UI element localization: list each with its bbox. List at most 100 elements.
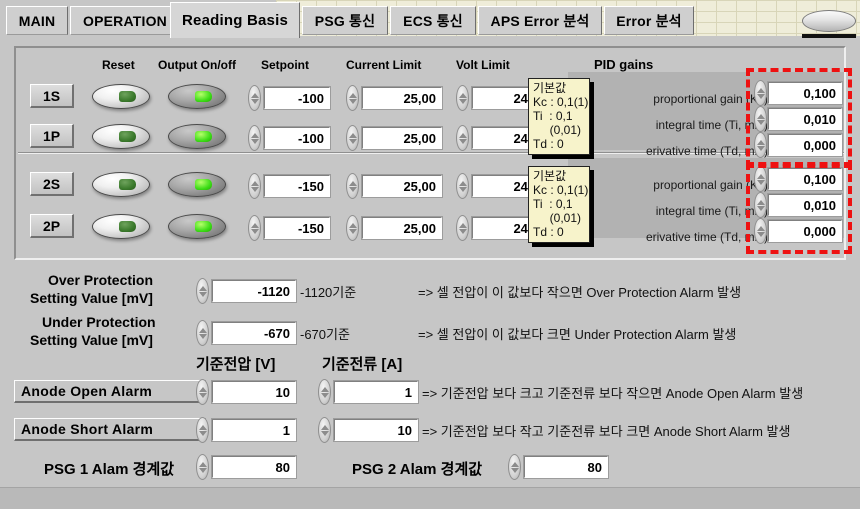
reset-button-1p[interactable] [92,124,150,149]
anode-short-alarm-button[interactable]: Anode Short Alarm [14,418,206,441]
setpoint-field-1p[interactable]: -100 [263,126,331,150]
reset-button-2p[interactable] [92,214,150,239]
psg1-threshold-spinner[interactable] [196,454,209,480]
tab-label: PSG 통신 [314,12,376,29]
current-limit-field-2p[interactable]: 25,00 [361,216,443,240]
reset-button-2s[interactable] [92,172,150,197]
current-limit-spinner-1s[interactable] [346,85,359,111]
output-onoff-button-1s[interactable] [168,84,226,109]
column-header-current-limit: Current Limit [346,58,422,72]
reset-button-1s[interactable] [92,84,150,109]
column-header-output-onoff: Output On/off [158,58,236,72]
under-protection-field[interactable]: -670 [211,321,297,345]
anode-open-alarm-button[interactable]: Anode Open Alarm [14,380,206,403]
tab-main[interactable]: MAIN [6,6,68,35]
tab-error-analysis[interactable]: Error 분석 [604,6,694,35]
pid-label-ti-group-1: integral time (Ti, min) [655,118,768,132]
current-limit-spinner-2p[interactable] [346,215,359,241]
over-protection-field[interactable]: -1120 [211,279,297,303]
psg1-threshold-label: PSG 1 Alam 경계값 [44,461,175,478]
pid-kc-field-group-2[interactable]: 0,100 [767,167,843,191]
pid-td-field-group-1[interactable]: 0,000 [767,133,843,157]
anode-open-alarm-label: Anode Open Alarm [21,383,153,399]
pid-label-td-group-1: erivative time (Td, min) [645,144,768,158]
anode-short-current-spinner[interactable] [318,417,331,443]
current-limit-spinner-1p[interactable] [346,125,359,151]
anode-open-voltage-spinner[interactable] [196,379,209,405]
bottom-status-strip [0,487,860,509]
setpoint-field-2s[interactable]: -150 [263,174,331,198]
channel-button-2p[interactable]: 2P [30,214,74,238]
volt-limit-spinner-1p[interactable] [456,125,469,151]
anode-short-alarm-description: => 기준전압 보다 작고 기준전류 보다 크면 Anode Short Ala… [422,424,791,439]
under-protection-spinner[interactable] [196,320,209,346]
column-header-volt-limit: Volt Limit [456,58,510,72]
reset-led-1s [118,91,136,102]
psg2-threshold-label: PSG 2 Alam 경계값 [352,461,483,478]
pid-label-ti-group-2: integral time (Ti, min) [655,204,768,218]
tooltip-line-1: 기본값 [533,81,567,95]
psg2-threshold-spinner[interactable] [508,454,521,480]
channel-button-1p[interactable]: 1P [30,124,74,148]
pid-td-spinner-group-2[interactable] [754,218,767,244]
tab-psg-communication[interactable]: PSG 통신 [302,6,388,35]
over-protection-spinner[interactable] [196,278,209,304]
psg1-threshold-field[interactable]: 80 [211,455,297,479]
setpoint-spinner-1s[interactable] [248,85,261,111]
psg2-threshold-field[interactable]: 80 [523,455,609,479]
current-limit-field-1p[interactable]: 25,00 [361,126,443,150]
pid-kc-spinner-group-1[interactable] [754,80,767,106]
setpoint-spinner-2s[interactable] [248,173,261,199]
setpoint-spinner-2p[interactable] [248,215,261,241]
tab-label: Error 분석 [616,12,682,29]
current-limit-spinner-2s[interactable] [346,173,359,199]
current-limit-field-1s[interactable]: 25,00 [361,86,443,110]
pid-td-field-group-2[interactable]: 0,000 [767,219,843,243]
pid-label-td-group-2: erivative time (Td, min) [645,230,768,244]
tab-label: APS Error 분석 [490,12,590,29]
anode-open-current-field[interactable]: 1 [333,380,419,404]
anode-short-voltage-field[interactable]: 1 [211,418,297,442]
output-onoff-button-2s[interactable] [168,172,226,197]
pid-ti-spinner-group-1[interactable] [754,106,767,132]
pid-kc-field-group-1[interactable]: 0,100 [767,81,843,105]
current-limit-field-2s[interactable]: 25,00 [361,174,443,198]
tab-operation[interactable]: OPERATION [70,6,180,35]
setpoint-field-1s[interactable]: -100 [263,86,331,110]
output-onoff-button-1p[interactable] [168,124,226,149]
anode-open-voltage-field[interactable]: 10 [211,380,297,404]
output-onoff-button-2p[interactable] [168,214,226,239]
pid-kc-spinner-group-2[interactable] [754,166,767,192]
channel-label: 1S [42,87,61,104]
under-protection-note: -670기준 [300,327,350,342]
setpoint-spinner-1p[interactable] [248,125,261,151]
anode-short-current-field[interactable]: 10 [333,418,419,442]
pid-ti-field-group-2[interactable]: 0,010 [767,193,843,217]
volt-limit-spinner-2p[interactable] [456,215,469,241]
setpoint-field-2p[interactable]: -150 [263,216,331,240]
reset-led-1p [118,131,136,142]
tab-bar: MAIN OPERATION Reading Basis PSG 통신 ECS … [0,0,860,40]
anode-header-voltage: 기준전압 [V] [196,356,276,373]
channel-button-2s[interactable]: 2S [30,172,74,196]
tab-ecs-communication[interactable]: ECS 통신 [390,6,476,35]
channel-button-1s[interactable]: 1S [30,84,74,108]
column-header-setpoint: Setpoint [261,58,309,72]
anode-open-current-spinner[interactable] [318,379,331,405]
pid-label-kc-group-1: proportional gain (Kc) [653,92,768,106]
anode-short-voltage-spinner[interactable] [196,417,209,443]
tab-aps-error-analysis[interactable]: APS Error 분석 [478,6,602,35]
anode-short-alarm-label: Anode Short Alarm [21,421,154,437]
tooltip-line-4: (0,01) [533,123,582,137]
tab-label: MAIN [18,12,56,29]
anode-header-current: 기준전류 [A] [322,356,403,373]
pid-ti-field-group-1[interactable]: 0,010 [767,107,843,131]
pid-td-spinner-group-1[interactable] [754,132,767,158]
tab-label: ECS 통신 [403,12,463,29]
volt-limit-spinner-1s[interactable] [456,85,469,111]
pid-ti-spinner-group-2[interactable] [754,192,767,218]
pid-default-tooltip-group-1: 기본값 Kc : 0,1(1) Ti : 0,1 (0,01) Td : 0 [528,78,590,155]
tab-reading-basis[interactable]: Reading Basis [170,2,300,38]
corner-oval-control[interactable] [802,10,856,32]
volt-limit-spinner-2s[interactable] [456,173,469,199]
